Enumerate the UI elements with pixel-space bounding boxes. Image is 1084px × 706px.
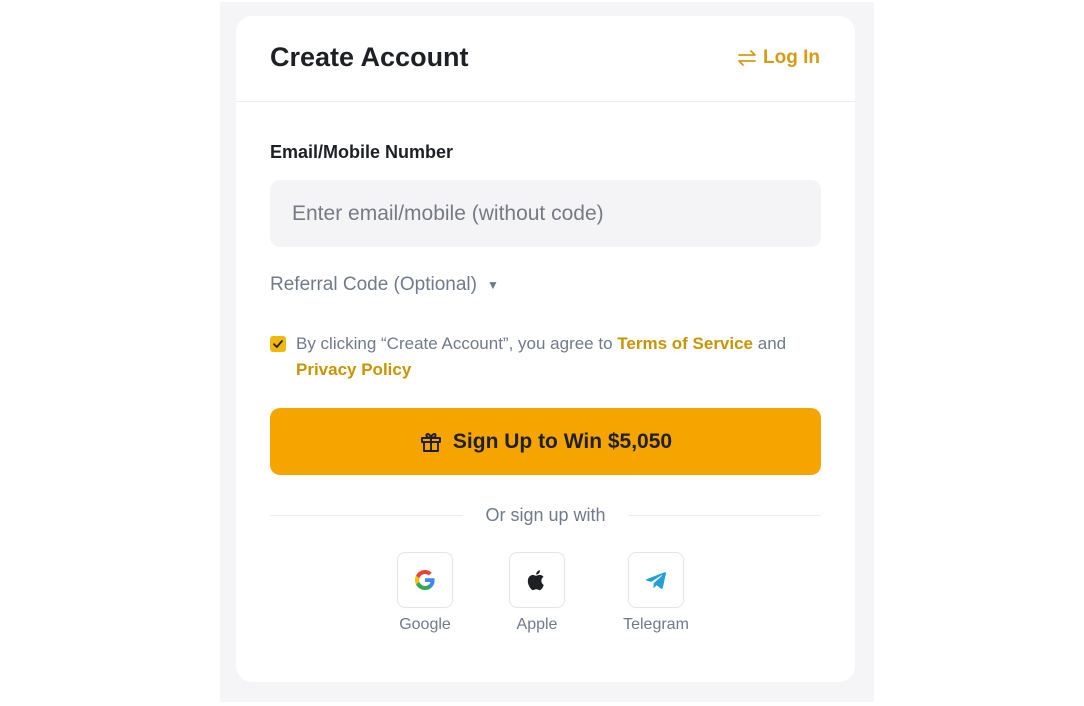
divider-text: Or sign up with (485, 504, 606, 525)
privacy-policy-link[interactable]: Privacy Policy (296, 360, 411, 379)
apple-icon-box (509, 552, 565, 608)
login-label: Log In (763, 47, 820, 68)
email-label: Email/Mobile Number (270, 142, 454, 162)
telegram-signup-button[interactable]: Telegram (606, 552, 706, 634)
google-label: Google (399, 616, 451, 633)
referral-label: Referral Code (Optional) (270, 274, 477, 295)
google-icon (415, 570, 435, 590)
divider-line-left (270, 514, 464, 516)
gift-icon (420, 432, 441, 452)
telegram-icon-box (628, 552, 684, 608)
card-header: Create Account Log In (236, 16, 855, 102)
terms-text: By clicking “Create Account”, you agree … (296, 331, 786, 383)
caret-down-icon: ▼ (486, 278, 499, 292)
referral-code-toggle[interactable]: Referral Code (Optional) ▼ (270, 274, 499, 296)
terms-checkbox[interactable] (270, 336, 286, 352)
sign-up-button[interactable]: Sign Up to Win $5,050 (270, 408, 821, 475)
divider-line-right (627, 514, 821, 516)
email-input[interactable] (270, 180, 821, 247)
terms-of-service-link[interactable]: Terms of Service (617, 334, 753, 353)
social-divider: Or sign up with (270, 503, 821, 527)
google-icon-box (397, 552, 453, 608)
apple-signup-button[interactable]: Apple (487, 552, 587, 634)
terms-prefix: By clicking “Create Account”, you agree … (296, 334, 618, 353)
telegram-icon (645, 572, 666, 589)
google-signup-button[interactable]: Google (375, 552, 475, 634)
page-title: Create Account (270, 42, 469, 72)
checkmark-icon (273, 340, 283, 348)
telegram-label: Telegram (623, 616, 689, 633)
apple-label: Apple (516, 616, 558, 633)
terms-agreement: By clicking “Create Account”, you agree … (270, 331, 821, 383)
sign-up-label: Sign Up to Win $5,050 (452, 429, 673, 453)
login-link[interactable]: Log In (737, 47, 820, 69)
apple-icon (527, 570, 544, 591)
signup-card: Create Account Log In Email/Mobile Numbe… (236, 16, 855, 682)
terms-conjunction: and (753, 334, 787, 353)
swap-arrows-icon (738, 50, 756, 66)
